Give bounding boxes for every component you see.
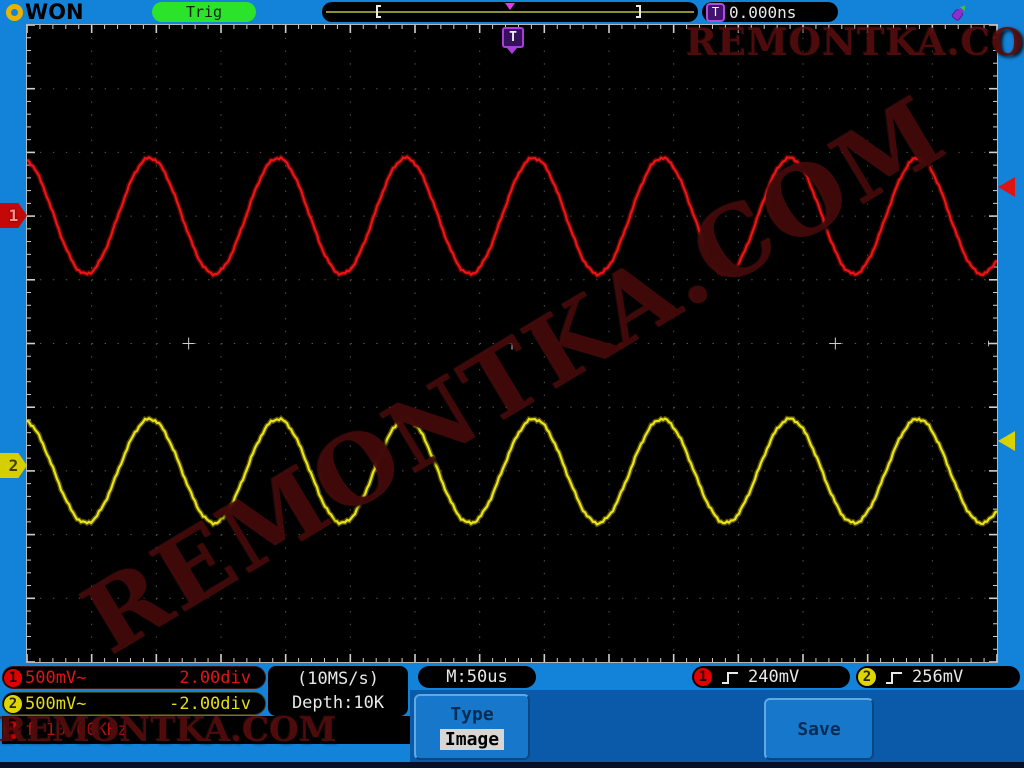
type-menu-value: Image	[439, 729, 505, 750]
window-left-bracket	[376, 5, 381, 18]
bottom-edge-strip	[0, 762, 1024, 768]
type-menu-label: Type	[450, 704, 494, 725]
trigger-status-badge: Trig	[152, 2, 256, 22]
trigger2-channel-badge: 2	[858, 668, 876, 686]
owon-logo-text: WON	[25, 0, 84, 24]
channel2-position-label: 2	[8, 456, 19, 475]
trigger-horizontal-marker-tip	[507, 48, 517, 54]
channel1-readout: 1 500mV~ 2.00div	[2, 666, 266, 689]
trigger2-level-value: 256mV	[912, 667, 964, 687]
channel2-trigger-readout: 2 256mV	[856, 666, 1020, 688]
save-button[interactable]: Save	[764, 698, 874, 760]
frequency-channel-badge: 1	[3, 721, 21, 739]
bottom-left-strip	[0, 744, 410, 762]
rising-edge-icon	[886, 671, 902, 684]
channel1-position-marker[interactable]: 1	[0, 203, 27, 228]
trigger-time-value: 0.000ns	[729, 2, 797, 22]
channel2-scale: 500mV~	[25, 693, 87, 714]
frequency-counter-readout: 1 f 10.00KHz	[2, 716, 410, 744]
trigger-horizontal-marker-label: T	[502, 27, 524, 48]
svg-text:T: T	[987, 340, 997, 346]
scope-canvas: T	[25, 24, 999, 663]
channel2-readout: 2 500mV~ -2.00div	[2, 692, 266, 715]
trigger-status-label: Trig	[185, 3, 223, 21]
channel1-badge: 1	[4, 668, 22, 687]
trigger-time-readout: T 0.000ns	[702, 2, 838, 22]
trigger-t-icon: T	[706, 2, 725, 22]
trigger-horizontal-marker[interactable]: T	[502, 27, 524, 54]
channel1-scale: 500mV~	[25, 667, 87, 688]
sample-rate-value: (10MS/s)	[297, 669, 379, 689]
trigger-position-arrow-icon[interactable]	[505, 3, 515, 10]
owon-logo: WON	[6, 0, 84, 24]
channel1-trigger-level-arrow-icon[interactable]	[998, 177, 1015, 197]
owon-logo-ring-icon	[6, 3, 23, 21]
rising-edge-icon	[722, 671, 738, 684]
acquisition-info-box: (10MS/s) Depth:10K	[268, 666, 408, 716]
timebase-readout: M:50us	[418, 666, 536, 688]
top-status-bar: WON Trig T 0.000ns	[0, 0, 1024, 24]
channel2-badge: 2	[4, 694, 22, 713]
channel1-position-label: 1	[8, 206, 19, 225]
save-button-label: Save	[797, 718, 841, 740]
trigger1-level-value: 240mV	[748, 667, 800, 687]
horizontal-position-bar[interactable]	[322, 2, 698, 22]
channel2-position-value: -2.00div	[169, 693, 251, 714]
trigger1-channel-badge: 1	[694, 668, 712, 686]
window-right-bracket	[636, 5, 641, 18]
channel1-position-value: 2.00div	[179, 667, 251, 688]
type-menu-button[interactable]: Type Image	[414, 694, 530, 760]
frequency-value: f 10.00KHz	[25, 720, 128, 740]
waveform-display: T	[25, 24, 999, 663]
timebase-value: M:50us	[446, 667, 508, 687]
memory-depth-value: Depth:10K	[291, 693, 385, 713]
channel1-trigger-readout: 1 240mV	[692, 666, 850, 688]
channel2-trigger-level-arrow-icon[interactable]	[998, 431, 1015, 451]
channel2-position-marker[interactable]: 2	[0, 453, 27, 478]
